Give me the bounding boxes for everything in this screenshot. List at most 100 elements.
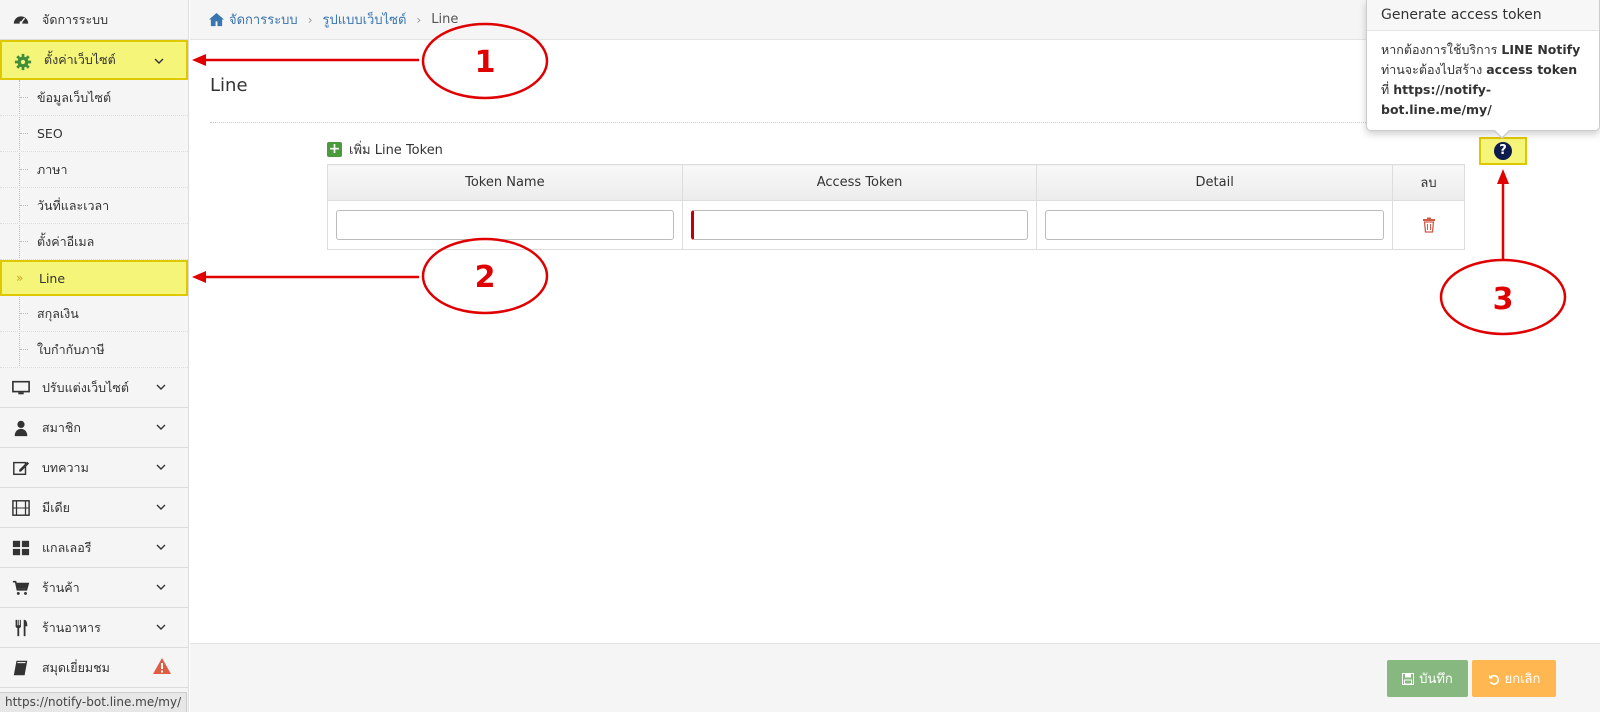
monitor-icon (12, 380, 30, 395)
column-header-access-token: Access Token (681, 164, 1038, 201)
sidebar-item-restaurant[interactable]: ร้านอาหาร (0, 608, 188, 648)
sidebar-subitem-email[interactable]: ตั้งค่าอีเมล (0, 224, 188, 260)
annotation-2: 2 (192, 237, 549, 315)
popover-text: ที่ (1381, 82, 1394, 97)
sidebar-item-label: มีเดีย (42, 499, 70, 515)
save-button[interactable]: บันทึก (1387, 660, 1468, 697)
annotation-overlay: 1 2 3 (192, 22, 1567, 336)
divider (210, 122, 1470, 123)
popover-arrow (1493, 129, 1511, 139)
sidebar-subitem-line[interactable]: » Line (0, 260, 188, 296)
sidebar-item-website-settings[interactable]: ตั้งค่าเว็บไซต์ (0, 40, 188, 80)
help-popover: Generate access token หากต้องการใช้บริกา… (1366, 0, 1600, 139)
page-title: Line (210, 75, 248, 96)
sidebar-subitem-label: สกุลเงิน (37, 305, 79, 321)
sidebar-subitem-label: ข้อมูลเว็บไซต์ (37, 89, 112, 105)
sidebar-item-articles[interactable]: บทความ (0, 448, 188, 488)
sidebar-subitem-tax-invoice[interactable]: ใบกำกับภาษี (0, 332, 188, 368)
annotation-label: 2 (475, 260, 496, 295)
annotation-label: 1 (475, 45, 496, 80)
table-cell (327, 200, 683, 250)
active-marker-icon: » (16, 271, 24, 285)
sidebar-item-customize[interactable]: ปรับแต่งเว็บไซต์ (0, 368, 188, 408)
sidebar-subitem-currency[interactable]: สกุลเงิน (0, 296, 188, 332)
popover-link[interactable]: bot.line.me/my/ (1381, 102, 1492, 117)
sidebar-item-shop[interactable]: ร้านค้า (0, 568, 188, 608)
sidebar-item-media[interactable]: มีเดีย (0, 488, 188, 528)
popover-line: ท่านจะต้องไปสร้าง access token (1381, 60, 1585, 80)
column-header-delete: ลบ (1392, 164, 1465, 201)
annotation-label: 3 (1493, 282, 1514, 317)
chevron-down-icon (156, 544, 166, 550)
form-footer: บันทึก ยกเลิก (190, 643, 1600, 712)
sidebar-subitem-seo[interactable]: SEO (0, 116, 188, 152)
undo-icon (1488, 674, 1499, 685)
table-cell (681, 200, 1038, 250)
help-button[interactable]: ? (1479, 137, 1527, 165)
plus-icon: + (327, 141, 342, 157)
sidebar-item-label: จัดการระบบ (42, 11, 109, 27)
sidebar-item-label: สมุดเยี่ยมชม (42, 659, 110, 675)
breadcrumb-home-link[interactable]: จัดการระบบ (229, 9, 298, 30)
breadcrumb-separator: › (307, 12, 313, 27)
sidebar-subitem-label: วันที่และเวลา (37, 197, 110, 213)
sidebar-subitem-datetime[interactable]: วันที่และเวลา (0, 188, 188, 224)
sidebar-item-label: สมาชิก (42, 419, 81, 435)
sidebar-item-gallery[interactable]: แกลเลอรี (0, 528, 188, 568)
chevron-down-icon (156, 464, 166, 470)
sidebar-item-members[interactable]: สมาชิก (0, 408, 188, 448)
floppy-icon (1402, 672, 1415, 685)
save-label: บันทึก (1419, 672, 1453, 687)
column-header-detail: Detail (1036, 164, 1394, 201)
sidebar-item-label: ร้านค้า (42, 579, 80, 595)
sidebar-subitem-label: Line (39, 270, 66, 286)
breadcrumb-separator: › (416, 12, 422, 27)
sidebar-item-guestbook[interactable]: สมุดเยี่ยมชม (0, 648, 188, 688)
sidebar-subitem-language[interactable]: ภาษา (0, 152, 188, 188)
edit-icon (13, 461, 30, 476)
token-name-input[interactable] (336, 210, 674, 240)
table-row (327, 200, 1465, 250)
popover-link[interactable]: https://notify- (1393, 82, 1491, 97)
chevron-down-icon (156, 624, 166, 630)
popover-text: ท่านจะต้องไปสร้าง (1381, 62, 1487, 77)
column-header-token-name: Token Name (327, 164, 683, 201)
cancel-button[interactable]: ยกเลิก (1472, 660, 1556, 697)
access-token-input[interactable] (690, 210, 1029, 240)
popover-text-bold: access token (1486, 62, 1578, 77)
sidebar-item-dashboard[interactable]: จัดการระบบ (0, 0, 188, 40)
trash-icon[interactable] (1422, 217, 1436, 233)
browser-status-bar: https://notify-bot.line.me/my/ (0, 692, 188, 712)
sidebar-subitem-label: ภาษา (37, 161, 68, 177)
cart-icon (12, 580, 30, 595)
popover-line: bot.line.me/my/ (1381, 100, 1585, 120)
cancel-label: ยกเลิก (1504, 672, 1541, 687)
warning-icon (153, 658, 171, 674)
sidebar-subitem-label: ใบกำกับภาษี (37, 341, 105, 357)
table-cell (1036, 200, 1394, 250)
question-icon: ? (1494, 142, 1512, 160)
chevron-down-icon (156, 504, 166, 510)
dashboard-icon (13, 16, 29, 25)
sidebar-item-label: บทความ (42, 459, 89, 475)
popover-text-bold: LINE Notify (1501, 42, 1581, 57)
sidebar-item-label: ตั้งค่าเว็บไซต์ (44, 52, 116, 67)
sidebar-subitem-label: ตั้งค่าอีเมล (37, 233, 95, 249)
gear-icon (14, 53, 32, 71)
home-icon[interactable] (208, 12, 225, 27)
chevron-down-icon (154, 58, 164, 64)
detail-input[interactable] (1045, 210, 1385, 240)
breadcrumb-section-link[interactable]: รูปแบบเว็บไซต์ (323, 9, 407, 30)
token-table: Token Name Access Token Detail ลบ (327, 164, 1465, 250)
table-cell (1392, 200, 1465, 250)
chevron-down-icon (156, 384, 166, 390)
book-icon (13, 660, 28, 676)
cutlery-icon (15, 619, 28, 637)
sidebar-subitem-website-info[interactable]: ข้อมูลเว็บไซต์ (0, 80, 188, 116)
table-header-row: Token Name Access Token Detail ลบ (327, 164, 1465, 201)
popover-line: ที่ https://notify- (1381, 80, 1585, 100)
add-token-button[interactable]: + เพิ่ม Line Token (327, 139, 443, 160)
popover-body: หากต้องการใช้บริการ LINE Notify ท่านจะต้… (1367, 31, 1599, 129)
sidebar-item-label: แกลเลอรี (42, 539, 92, 555)
chevron-down-icon (156, 584, 166, 590)
